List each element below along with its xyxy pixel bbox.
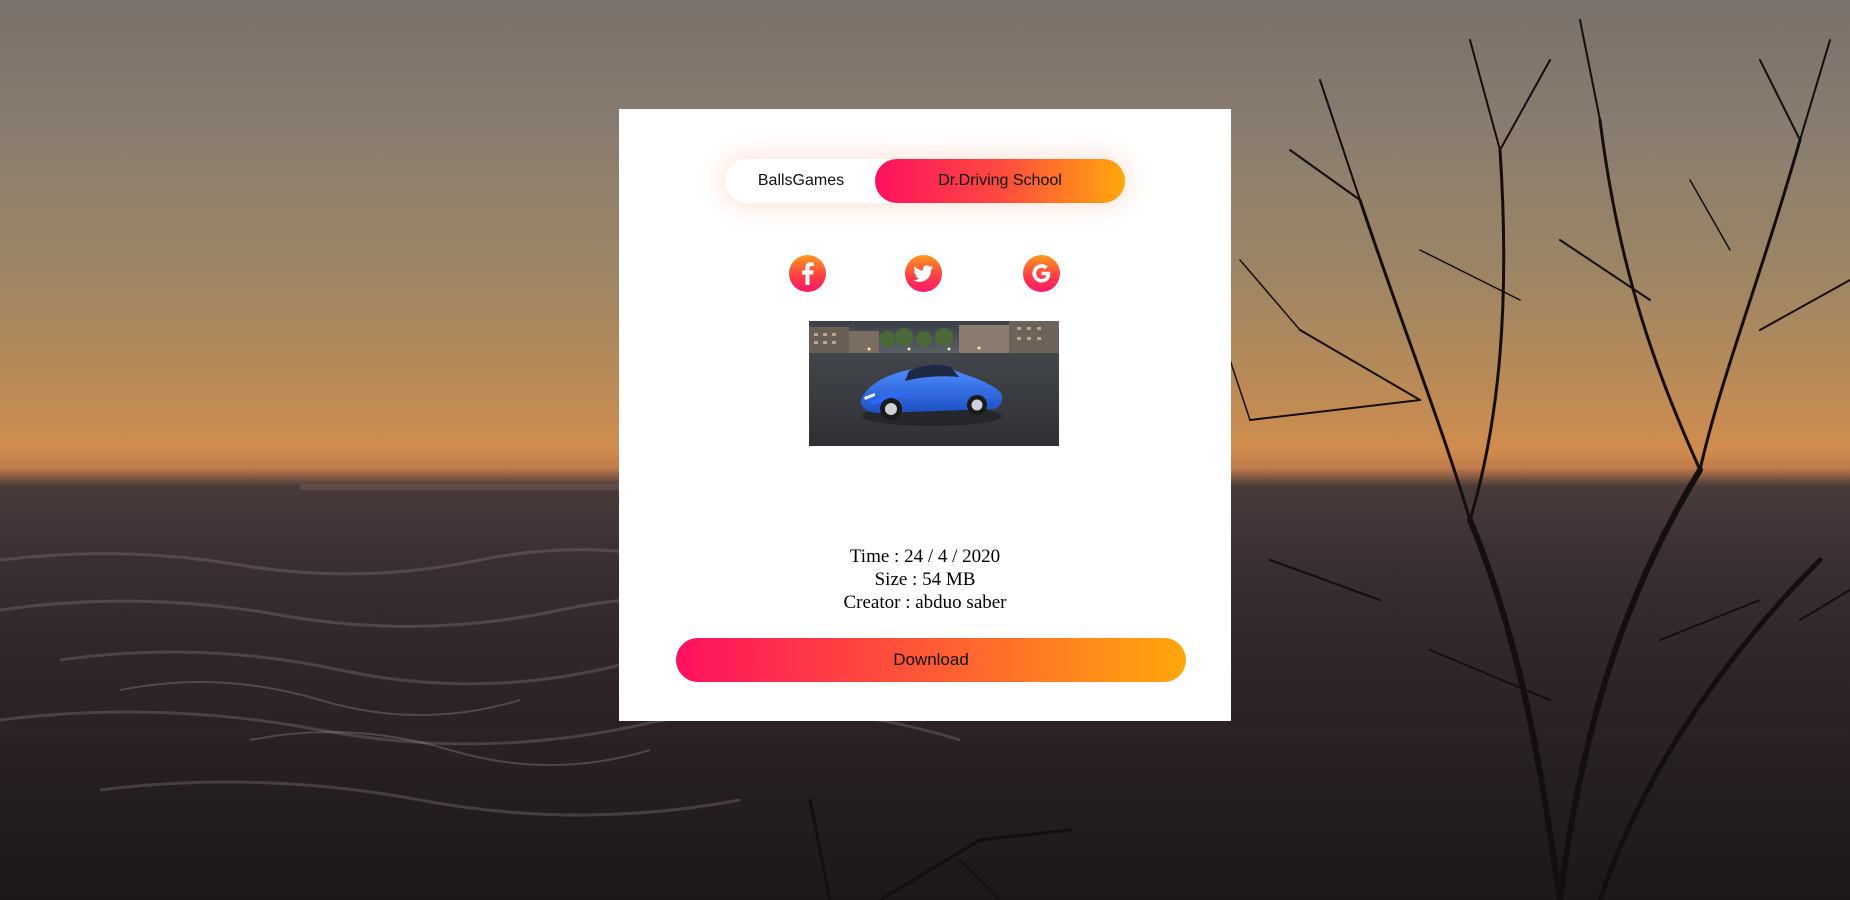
creator-name: Creator : abduo saber (843, 592, 1007, 613)
tab-dr-driving-school[interactable]: Dr.Driving School (875, 159, 1125, 203)
tab-ballsgames[interactable]: BallsGames (725, 159, 877, 203)
file-size: Size : 54 MB (874, 569, 976, 590)
twitter-icon[interactable] (905, 255, 942, 292)
facebook-icon[interactable] (789, 255, 826, 292)
game-info: Time : 24 / 4 / 2020 Size : 54 MB Creato… (619, 545, 1231, 614)
download-button[interactable]: Download (676, 638, 1186, 682)
game-card: BallsGames Dr.Driving School Time: 24 /… (619, 109, 1231, 721)
game-tabs: BallsGames Dr.Driving School (725, 159, 1125, 203)
google-icon[interactable] (1023, 255, 1060, 292)
blue-sports-car-image (809, 321, 1059, 446)
release-time: Time : 24 / 4 / 2020 (849, 546, 1001, 567)
